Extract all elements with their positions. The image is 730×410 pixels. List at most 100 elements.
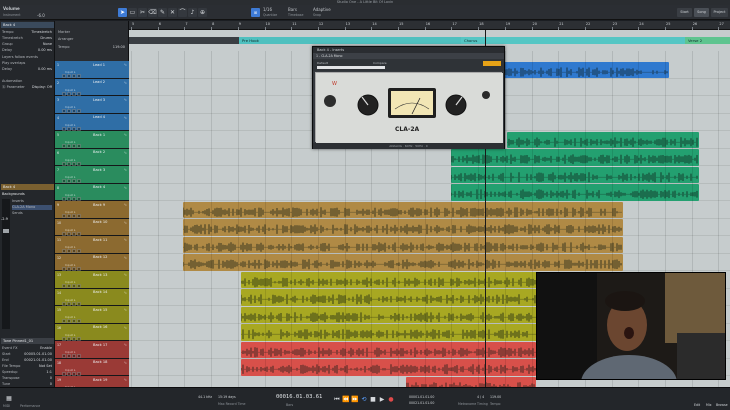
track-input[interactable]: Input L	[65, 228, 75, 232]
track-buttons[interactable]	[62, 98, 84, 113]
volume-fader-handle[interactable]	[3, 229, 9, 233]
timeline-ruler[interactable]: 5 6 7 8 9 10 11 12 13 14 15 16 17 18 19 20 21 22 23 24 25 26 2…	[129, 21, 730, 30]
mix-view-button[interactable]: Mix	[706, 403, 712, 407]
audio-event[interactable]	[451, 184, 699, 201]
track-name[interactable]: Back 9	[93, 203, 105, 207]
audio-event[interactable]	[241, 359, 536, 376]
bend-tool-icon[interactable]: ⌒	[178, 8, 187, 17]
insert-plugin-slot[interactable]: CLA-2A Mono	[12, 205, 52, 210]
song-page-button[interactable]: Song	[694, 8, 709, 17]
track-name[interactable]: Lead 2	[93, 80, 105, 84]
inspector-row[interactable]: Tempo Timestretch	[2, 30, 53, 35]
track-input[interactable]: Input L	[65, 263, 75, 267]
track-input[interactable]: Input L	[65, 140, 75, 144]
channel-item[interactable]: Sends	[12, 211, 52, 216]
track-name[interactable]: Back 12	[93, 255, 107, 259]
track-buttons[interactable]	[62, 256, 84, 271]
arranger-section[interactable]: Chorus	[461, 37, 685, 44]
track-header[interactable]: 7 Back 3 Input L ∿	[55, 166, 129, 184]
stop-icon[interactable]: ■	[369, 396, 377, 404]
inspector-row[interactable]: Timestretch Drums	[2, 36, 53, 41]
track-name[interactable]: Lead 3	[93, 98, 105, 102]
track-input[interactable]: Input L	[65, 315, 75, 319]
track-buttons[interactable]	[62, 81, 84, 96]
track-buttons[interactable]	[62, 326, 84, 341]
audio-event[interactable]	[183, 219, 623, 236]
track-buttons[interactable]	[62, 203, 84, 218]
audio-event[interactable]	[451, 166, 699, 183]
snap-value[interactable]: Adaptive	[313, 7, 331, 12]
track-name[interactable]: Back 3	[93, 168, 105, 172]
track-header[interactable]: 4 Lead 4 Input L ∿	[55, 113, 129, 131]
track-input[interactable]: Input L	[65, 88, 75, 92]
track-buttons[interactable]	[62, 186, 84, 201]
start-page-button[interactable]: Start	[677, 8, 692, 17]
track-input[interactable]: Input L	[65, 298, 75, 302]
event-row[interactable]: Speedup 1:1	[2, 370, 53, 375]
event-row[interactable]: Event FX Enable	[2, 346, 53, 351]
track-header[interactable]: 8 Back 4 Input L ∿	[55, 183, 129, 201]
zoom-tool-icon[interactable]: ⊕	[198, 8, 207, 17]
track-name[interactable]: Lead 1	[93, 63, 105, 67]
track-header[interactable]: 16 Back 16 Input L ∿	[55, 323, 129, 341]
track-header[interactable]: 12 Back 12 Input L ∿	[55, 253, 129, 271]
event-row[interactable]: Transpose 0	[2, 376, 53, 381]
track-buttons[interactable]	[62, 168, 84, 183]
preset-name[interactable]: Default	[317, 61, 328, 65]
time-signature[interactable]: 4 / 4	[477, 395, 484, 399]
track-header[interactable]: 17 Back 17 Input L ∿	[55, 341, 129, 359]
track-buttons[interactable]	[62, 238, 84, 253]
tempo-value[interactable]: 119.00	[490, 395, 501, 399]
track-name[interactable]: Back 4	[93, 185, 105, 189]
snap-toggle-icon[interactable]: ⊞	[251, 8, 260, 17]
track-header[interactable]: 11 Back 11 Input L ∿	[55, 236, 129, 254]
tempo-track[interactable]: Tempo 119.00	[58, 45, 126, 50]
track-name[interactable]: Back 11	[93, 238, 107, 242]
quantize-value[interactable]: 1/16	[263, 7, 272, 12]
audio-event[interactable]	[241, 341, 536, 358]
track-header[interactable]: 5 Back 1 Input L ∿	[55, 131, 129, 149]
inspector-row[interactable]: Automation	[2, 79, 53, 84]
compare-button[interactable]: Compare	[373, 61, 387, 65]
track-input[interactable]: Input L	[65, 158, 75, 162]
record-icon[interactable]: ●	[387, 396, 395, 404]
inspector-row[interactable]: Play overlaps	[2, 61, 53, 66]
track-buttons[interactable]	[62, 133, 84, 148]
plugin-window[interactable]: Back 4 - Inserts 1 - CLA-2A Mono Default…	[312, 46, 505, 149]
track-input[interactable]: Input L	[65, 333, 75, 337]
track-header[interactable]: 10 Back 10 Input L ∿	[55, 218, 129, 236]
arrow-tool-icon[interactable]: ➤	[118, 8, 127, 17]
track-header[interactable]: 2 Lead 2 Input L ∿	[55, 78, 129, 96]
track-buttons[interactable]	[62, 343, 84, 358]
channel-item[interactable]: Backgrounds	[2, 192, 53, 197]
track-name[interactable]: Back 1	[93, 133, 105, 137]
arranger-track-label[interactable]: Arranger	[58, 37, 126, 42]
track-buttons[interactable]	[62, 361, 84, 376]
track-name[interactable]: Back 19	[93, 378, 107, 382]
arranger-track[interactable]: Pre Hook Chorus Verse 2	[129, 37, 730, 44]
track-input[interactable]: Input L	[65, 70, 75, 74]
marker-track-label[interactable]: Marker	[58, 30, 126, 35]
track-header[interactable]: 13 Back 13 Input L ∿	[55, 271, 129, 289]
track-buttons[interactable]	[62, 273, 84, 288]
track-name[interactable]: Back 14	[93, 290, 107, 294]
audio-event[interactable]	[507, 131, 699, 148]
track-header[interactable]: 15 Back 15 Input L ∿	[55, 306, 129, 324]
track-input[interactable]: Input L	[65, 105, 75, 109]
channel-header[interactable]: Back 4	[1, 184, 54, 190]
audio-event[interactable]	[183, 236, 623, 253]
inspector-track-header[interactable]: Back 4	[1, 22, 54, 28]
track-buttons[interactable]	[62, 378, 84, 393]
track-name[interactable]: Back 17	[93, 343, 107, 347]
event-header[interactable]: Tone Pinned1_01	[1, 338, 54, 344]
track-buttons[interactable]	[62, 221, 84, 236]
track-input[interactable]: Input L	[65, 368, 75, 372]
track-header[interactable]: 1 Lead 1 Input L ∿	[55, 61, 129, 79]
audio-event[interactable]	[451, 149, 699, 166]
track-input[interactable]: Input L	[65, 123, 75, 127]
right-locator[interactable]: 00021.01.01.00	[409, 401, 434, 405]
channel-volume[interactable]: -2.9	[1, 217, 11, 222]
event-row[interactable]: End 00021.01.01.00	[2, 358, 53, 363]
paint-tool-icon[interactable]: ✎	[158, 8, 167, 17]
return-to-zero-icon[interactable]: ⏮	[333, 396, 341, 404]
